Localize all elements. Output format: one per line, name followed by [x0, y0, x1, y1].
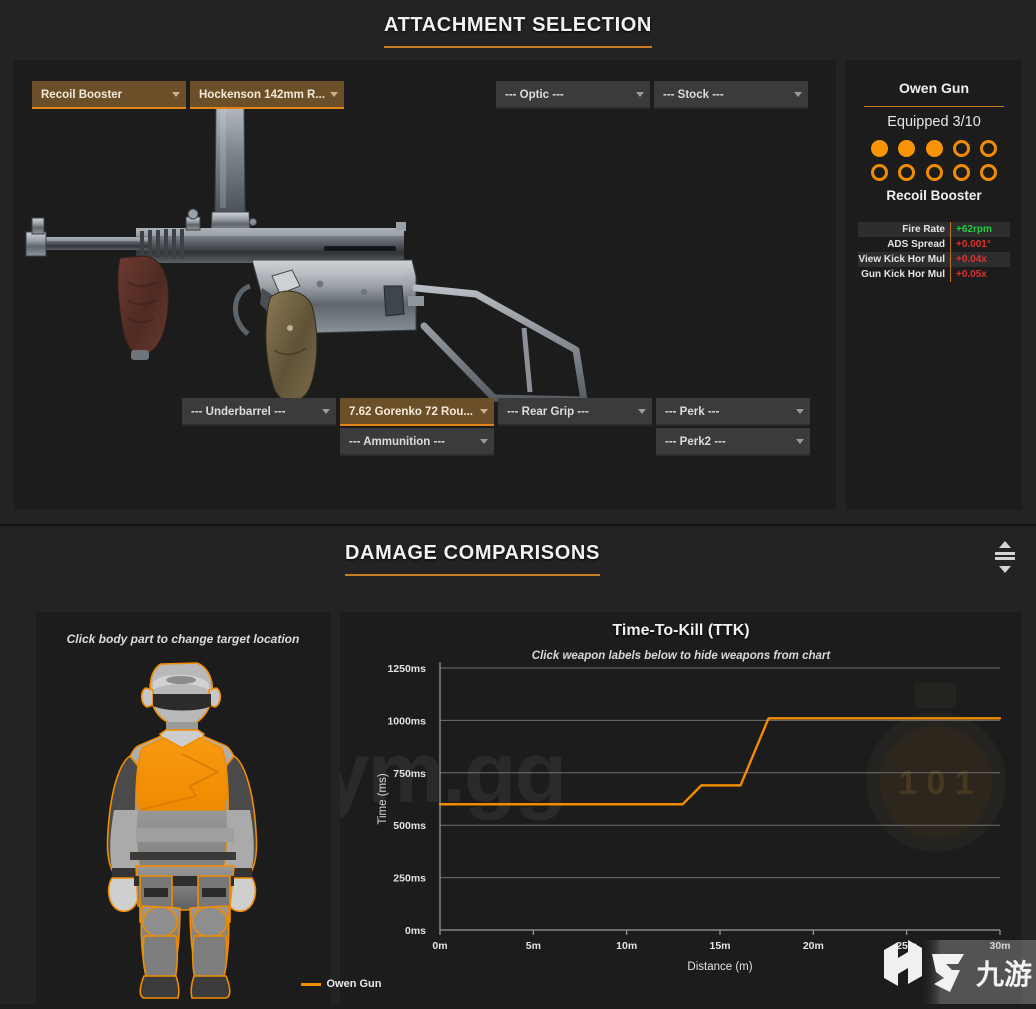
attachment-selection-title-wrap: ATTACHMENT SELECTION [0, 14, 1036, 48]
chart-legend[interactable]: Owen Gun [0, 978, 682, 990]
dropdown-stock-label: --- Stock --- [663, 89, 724, 101]
slot-dot-filled[interactable] [870, 140, 888, 158]
slot-dot-empty[interactable] [898, 164, 916, 182]
chevron-down-icon [480, 409, 488, 414]
legend-label-owen-gun[interactable]: Owen Gun [327, 978, 382, 990]
chevron-down-icon [636, 92, 644, 97]
jiuyou-logo-icon: 九游 [920, 940, 1036, 1004]
dropdown-optic[interactable]: --- Optic --- [496, 81, 650, 109]
equipped-slot-dots-row-1 [846, 140, 1022, 164]
stat-name: Fire Rate [902, 224, 945, 235]
dropdown-muzzle-label: Recoil Booster [41, 89, 123, 101]
chevron-down-icon [638, 409, 646, 414]
attachment-selection-section: ATTACHMENT SELECTION Recoil Booster Hock… [0, 0, 1036, 563]
body-part-hand-left [107, 877, 139, 913]
svg-text:20m: 20m [803, 940, 824, 952]
stat-value: +0.04x [950, 252, 987, 267]
slot-dot-filled[interactable] [925, 140, 943, 158]
svg-text:1250ms: 1250ms [387, 663, 426, 675]
stat-row: Gun Kick Hor Mul +0.05x [858, 267, 1010, 282]
dropdown-ammunition-label: --- Ammunition --- [349, 436, 446, 448]
stat-row: View Kick Hor Mul +0.04x [858, 252, 1010, 267]
attachment-stats-table: Fire Rate +62rpm ADS Spread +0.001° View K… [858, 222, 1010, 282]
legend-color-swatch [300, 982, 321, 986]
dropdown-ammunition[interactable]: --- Ammunition --- [340, 428, 494, 456]
stat-name: ADS Spread [887, 239, 945, 250]
stat-value: +0.05x [950, 267, 987, 282]
dropdown-stock[interactable]: --- Stock --- [654, 81, 808, 109]
stat-name: View Kick Hor Mul [858, 254, 945, 265]
dropdown-perk-label: --- Perk --- [665, 406, 720, 418]
svg-text:250ms: 250ms [393, 873, 426, 885]
chevron-down-icon [480, 439, 488, 444]
stat-row: Fire Rate +62rpm [858, 222, 1010, 237]
equipped-slot-dots-row-2 [846, 164, 1022, 188]
slot-dot-empty[interactable] [925, 164, 943, 182]
chevron-down-icon [796, 439, 804, 444]
chevron-down-icon [330, 92, 338, 97]
equipped-count: Equipped 3/10 [887, 114, 981, 130]
dropdown-magazine[interactable]: 7.62 Gorenko 72 Rou... [340, 398, 494, 426]
dropdown-underbarrel[interactable]: --- Underbarrel --- [182, 398, 336, 426]
svg-text:1000ms: 1000ms [387, 715, 426, 727]
dropdown-muzzle[interactable]: Recoil Booster [32, 81, 186, 109]
equipped-slot-dots [846, 140, 1022, 188]
stat-value: +62rpm [950, 222, 992, 237]
slot-dot-empty[interactable] [980, 140, 998, 158]
dropdown-rear-grip[interactable]: --- Rear Grip --- [498, 398, 652, 426]
svg-text:0m: 0m [432, 940, 447, 952]
target-body-panel: Click body part to change target locatio… [36, 612, 330, 1004]
stat-row: ADS Spread +0.001° [858, 237, 1010, 252]
stat-name: Gun Kick Hor Mul [861, 269, 945, 280]
attachment-panel: Recoil Booster Hockenson 142mm R... --- … [14, 60, 836, 563]
slot-dot-empty[interactable] [870, 164, 888, 182]
stat-value: +0.001° [950, 237, 991, 252]
svg-text:九游: 九游 [976, 959, 1032, 990]
slot-dot-empty[interactable] [952, 140, 970, 158]
slot-dot-empty[interactable] [980, 164, 998, 182]
weapon-summary-card: Owen Gun Equipped 3/10 Recoil Booster Fi… [846, 60, 1022, 510]
dropdown-perk2-label: --- Perk2 --- [665, 436, 726, 448]
dropdown-rear-grip-label: --- Rear Grip --- [507, 406, 589, 418]
attachment-selection-title: ATTACHMENT SELECTION [384, 14, 652, 48]
svg-text:10m: 10m [616, 940, 637, 952]
svg-text:15m: 15m [709, 940, 730, 952]
target-mannequin[interactable] [78, 660, 288, 1000]
weapon-name-divider [864, 106, 1004, 107]
dropdown-magazine-label: 7.62 Gorenko 72 Rou... [349, 406, 473, 418]
dropdown-optic-label: --- Optic --- [505, 89, 564, 101]
damage-comparisons-title: DAMAGE COMPARISONS [345, 542, 600, 576]
slot-dot-empty[interactable] [952, 164, 970, 182]
dropdown-barrel-label: Hockenson 142mm R... [199, 89, 325, 101]
body-panel-hint: Click body part to change target locatio… [66, 632, 300, 646]
svg-text:Time (ms): Time (ms) [377, 773, 389, 824]
svg-text:Distance (m): Distance (m) [687, 961, 752, 973]
dropdown-underbarrel-label: --- Underbarrel --- [191, 406, 286, 418]
dropdown-barrel[interactable]: Hockenson 142mm R... [190, 81, 344, 109]
dropdown-perk2[interactable]: --- Perk2 --- [656, 428, 810, 456]
vertical-resize-icon[interactable] [992, 540, 1018, 574]
chevron-down-icon [322, 409, 330, 414]
svg-text:500ms: 500ms [393, 820, 426, 832]
dropdown-perk[interactable]: --- Perk --- [656, 398, 810, 426]
chevron-down-icon [172, 92, 180, 97]
selected-attachment-name: Recoil Booster [886, 188, 982, 203]
slot-dot-filled[interactable] [898, 140, 916, 158]
chevron-down-icon [796, 409, 804, 414]
sym-gg-weapon-lab: ATTACHMENT SELECTION Recoil Booster Hock… [0, 0, 1036, 1004]
chevron-down-icon [794, 92, 802, 97]
svg-text:0ms: 0ms [405, 925, 426, 937]
weapon-preview-image [24, 100, 824, 445]
svg-text:750ms: 750ms [393, 768, 426, 780]
mannequin-illustration [106, 662, 258, 999]
weapon-name: Owen Gun [899, 80, 969, 96]
svg-text:5m: 5m [526, 940, 541, 952]
owen-gun-illustration [25, 101, 588, 404]
